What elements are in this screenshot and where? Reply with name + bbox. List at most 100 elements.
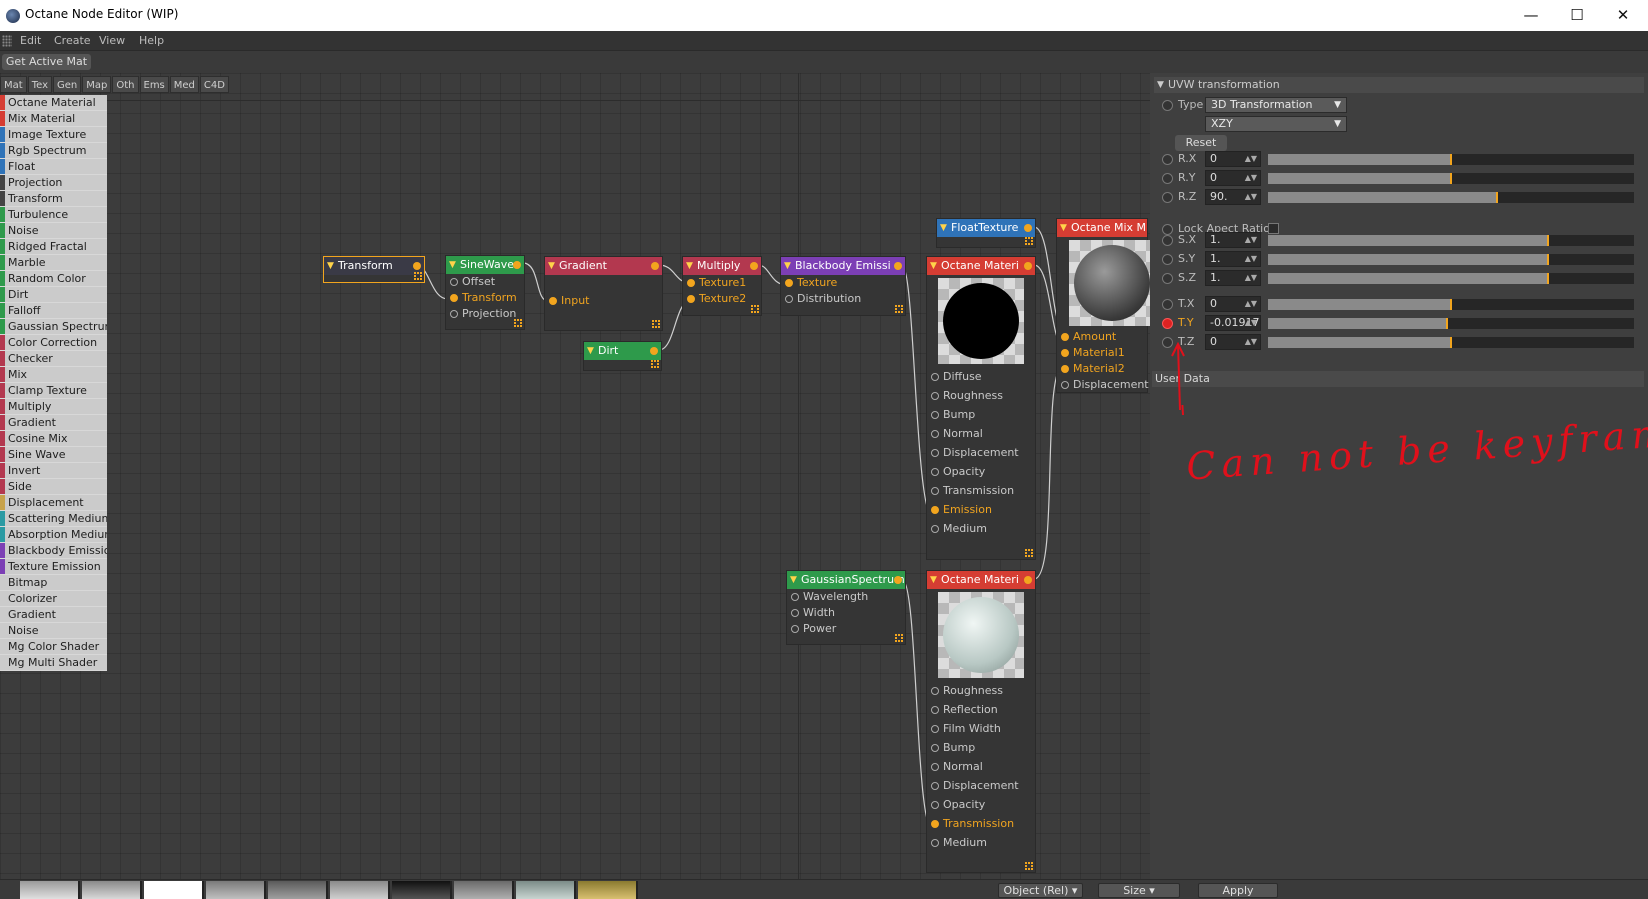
tab-ems[interactable]: Ems [139,76,169,93]
node-header[interactable]: ▼ Gradient [545,257,662,275]
node-gradient[interactable]: ▼ Gradient Input [544,256,663,331]
node-header[interactable]: ▼ Octane Mix M [1057,219,1147,237]
collapse-arrow-icon[interactable]: ▼ [784,257,791,275]
material-thumbnail[interactable] [144,881,204,899]
value-slider[interactable] [1268,173,1634,184]
input-port[interactable] [450,278,458,286]
output-port[interactable] [894,576,902,584]
tab-oth[interactable]: Oth [112,76,139,93]
collapse-arrow-icon[interactable]: ▼ [327,257,334,275]
tab-med[interactable]: Med [169,76,199,93]
pin-opacity[interactable]: Opacity [927,462,1035,481]
input-port[interactable] [549,297,557,305]
tab-c4d[interactable]: C4D [199,76,229,93]
slider-marker[interactable] [1495,192,1498,203]
output-port[interactable] [894,262,902,270]
menu-edit[interactable]: Edit [20,34,41,47]
input-port[interactable] [1061,365,1069,373]
node-header[interactable]: ▼ Transform [324,257,424,275]
spinner-icon[interactable]: ▲▼ [1245,252,1257,266]
pin-transmission[interactable]: Transmission [927,481,1035,500]
pin-roughness[interactable]: Roughness [927,386,1035,405]
keyframe-radio[interactable] [1162,318,1173,329]
node-header[interactable]: ▼ Octane Materi [927,571,1035,589]
menu-help[interactable]: Help [139,34,164,47]
value-slider[interactable] [1268,299,1634,310]
value-field[interactable]: 0 ▲▼ [1205,170,1261,186]
output-port[interactable] [513,261,521,269]
output-port[interactable] [1024,262,1032,270]
pin-power[interactable]: Power [787,621,905,637]
node-octane-material-1[interactable]: ▼ Octane Materi Diffuse Roughness Bump Norm… [926,256,1036,560]
spinner-icon[interactable]: ▲▼ [1245,171,1257,185]
collapse-arrow-icon[interactable]: ▼ [686,257,693,275]
spinner-icon[interactable]: ▲▼ [1245,335,1257,349]
maximize-icon[interactable]: ☐ [1554,0,1600,31]
pin-medium[interactable]: Medium [927,833,1035,852]
input-port[interactable] [1061,349,1069,357]
node-list-item[interactable]: Transform [0,191,107,207]
keyframe-radio[interactable] [1162,154,1173,165]
output-port[interactable] [1024,224,1032,232]
collapse-arrow-icon[interactable]: ▼ [548,257,555,275]
collapse-arrow-icon[interactable]: ▼ [790,571,797,589]
input-port[interactable] [931,392,939,400]
pin-wavelength[interactable]: Wavelength [787,589,905,605]
minimize-icon[interactable]: — [1508,0,1554,31]
pin-transmission[interactable]: Transmission [927,814,1035,833]
keyframe-radio[interactable] [1162,235,1173,246]
node-header[interactable]: ▼ Dirt [584,342,661,360]
node-gaussian-spectrum[interactable]: ▼ GaussianSpectrum Wavelength Width Powe… [786,570,906,645]
input-port[interactable] [931,763,939,771]
pin-film-width[interactable]: Film Width [927,719,1035,738]
value-field[interactable]: 1. ▲▼ [1205,251,1261,267]
get-active-mat-button[interactable]: Get Active Mat [2,54,91,70]
pin-bump[interactable]: Bump [927,738,1035,757]
node-list-item[interactable]: Float [0,159,107,175]
grip-icon[interactable] [2,35,12,47]
pin-displacement[interactable]: Displacement [927,776,1035,795]
node-list-item[interactable]: Texture Emission [0,559,107,575]
input-port[interactable] [931,744,939,752]
collapse-arrow-icon[interactable]: ▼ [1157,77,1164,93]
value-field[interactable]: 1. ▲▼ [1205,232,1261,248]
slider-marker[interactable] [1546,254,1549,265]
tab-gen[interactable]: Gen [53,76,82,93]
input-port[interactable] [931,373,939,381]
slider-marker[interactable] [1450,299,1452,310]
user-data-section[interactable]: User Data [1152,371,1644,387]
keyframe-radio[interactable] [1162,254,1173,265]
spinner-icon[interactable]: ▲▼ [1245,190,1257,204]
collapse-arrow-icon[interactable]: ▼ [930,257,937,275]
keyframe-radio[interactable] [1162,173,1173,184]
input-port[interactable] [931,687,939,695]
value-slider[interactable] [1268,337,1634,348]
output-port[interactable] [750,262,758,270]
node-list-item[interactable]: Scattering Medium [0,511,107,527]
pin-texture[interactable]: Texture [781,275,905,291]
material-thumbnail[interactable] [454,881,514,899]
input-port[interactable] [931,820,939,828]
spinner-icon[interactable]: ▲▼ [1245,271,1257,285]
input-port[interactable] [791,593,799,601]
input-port[interactable] [785,279,793,287]
node-header[interactable]: ▼ Multiply [683,257,761,275]
input-port[interactable] [785,295,793,303]
node-float-texture[interactable]: ▼ FloatTexture [936,218,1036,248]
node-list-item[interactable]: Color Correction [0,335,107,351]
resize-grip-icon[interactable] [895,634,903,642]
resize-grip-icon[interactable] [751,305,759,313]
pin-diffuse[interactable]: Diffuse [927,367,1035,386]
pin-transform[interactable]: Transform [446,290,524,306]
node-list-item[interactable]: Turbulence [0,207,107,223]
pin-projection[interactable]: Projection [446,306,524,322]
material-thumbnail[interactable] [516,881,576,899]
value-slider[interactable] [1268,192,1634,203]
resize-grip-icon[interactable] [1025,237,1033,245]
pin-normal[interactable]: Normal [927,757,1035,776]
spinner-icon[interactable]: ▲▼ [1245,233,1257,247]
slider-marker[interactable] [1446,318,1449,329]
output-port[interactable] [413,262,421,270]
collapse-arrow-icon[interactable]: ▼ [940,219,947,237]
resize-grip-icon[interactable] [514,319,522,327]
